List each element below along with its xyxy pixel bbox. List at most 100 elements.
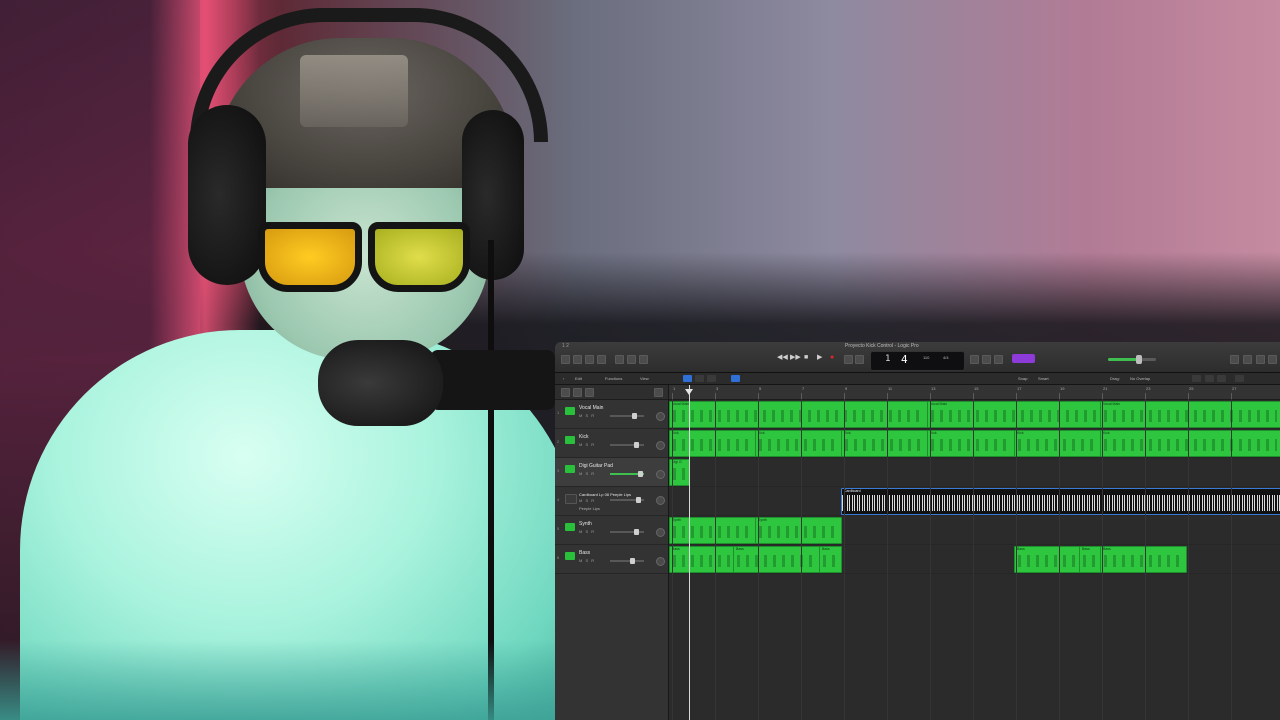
smart-controls-icon[interactable] [615, 355, 624, 364]
forward-button[interactable]: ▶▶ [790, 354, 801, 362]
track-name[interactable]: Synth [579, 521, 592, 527]
duplicate-track-icon[interactable] [573, 388, 582, 397]
pan-knob[interactable] [656, 441, 665, 450]
window-menu[interactable]: 1 2 [562, 343, 569, 349]
track-header[interactable]: 6 Bass M S R [555, 545, 668, 574]
mute-solo-buttons[interactable]: M S R [579, 558, 595, 563]
fader-knob[interactable] [632, 413, 637, 419]
midi-region[interactable]: Synth [755, 517, 842, 544]
editors-icon[interactable] [639, 355, 648, 364]
pencil-tool-icon[interactable] [695, 375, 704, 382]
tuner-icon[interactable] [970, 355, 979, 364]
mute-solo-buttons[interactable]: M S R [579, 498, 595, 503]
track-options-icon[interactable] [585, 388, 594, 397]
cycle-icon[interactable] [855, 355, 864, 364]
midi-region[interactable]: Vocal Main [669, 401, 928, 428]
add-track-icon[interactable] [561, 388, 570, 397]
bar-ruler[interactable]: 1 3 5 7 9 11 13 15 17 19 21 23 25 27 [669, 385, 1280, 400]
zoom-out-icon[interactable] [1205, 375, 1214, 382]
toolbar-icon[interactable] [597, 355, 606, 364]
midi-region[interactable]: Vocal Main [1100, 401, 1280, 428]
zoom-slider-icon[interactable] [1235, 375, 1244, 382]
mixer-icon[interactable] [627, 355, 636, 364]
track-volume-fader[interactable] [610, 558, 644, 564]
playhead-handle[interactable] [685, 389, 693, 395]
midi-region[interactable]: Vocal Main [927, 401, 1101, 428]
pan-knob[interactable] [656, 412, 665, 421]
midi-region[interactable]: Kick [841, 430, 928, 457]
waveform-zoom-icon[interactable] [1192, 375, 1201, 382]
list-editors-icon[interactable] [1230, 355, 1239, 364]
drag-select[interactable]: No Overlap [1130, 376, 1150, 381]
track-name[interactable]: Vocal Main [579, 405, 603, 411]
track-header[interactable]: 2 Kick M S R [555, 429, 668, 458]
lcd-display[interactable]: 1 4 110 4/4 [870, 351, 965, 371]
pan-knob[interactable] [656, 528, 665, 537]
track-header[interactable]: 3 Digi Guitar Pad M S R [555, 458, 668, 487]
mute-solo-buttons[interactable]: M S R [579, 442, 595, 447]
back-icon[interactable]: ‹ [563, 376, 564, 381]
mute-solo-buttons[interactable]: M S R [579, 413, 595, 418]
midi-region[interactable]: Bass [1100, 546, 1187, 573]
midi-region[interactable]: Kick [927, 430, 1015, 457]
fader-knob[interactable] [638, 471, 643, 477]
midi-region[interactable]: Kick [1100, 430, 1280, 457]
midi-region[interactable]: Bass [819, 546, 842, 573]
capture-record-icon[interactable] [844, 355, 853, 364]
midi-region[interactable]: Bass [669, 546, 734, 573]
track-name[interactable]: Kick [579, 434, 588, 440]
track-header[interactable]: 4 Cardboard Lp 08 Peeple Lips M S R Peep… [555, 487, 668, 516]
rewind-button[interactable]: ◀◀ [777, 354, 788, 362]
track-volume-fader[interactable] [610, 442, 644, 448]
track-volume-fader[interactable] [610, 413, 644, 419]
browser-icon[interactable] [1268, 355, 1277, 364]
fader-knob[interactable] [636, 497, 641, 503]
track-volume-fader[interactable] [610, 529, 644, 535]
count-in-icon[interactable] [982, 355, 991, 364]
play-button[interactable]: ▶ [817, 354, 822, 362]
track-header[interactable]: 5 Synth M S R [555, 516, 668, 545]
mute-solo-buttons[interactable]: M S R [579, 471, 595, 476]
pointer-tool-icon[interactable] [683, 375, 692, 382]
midi-region[interactable]: Kick [755, 430, 842, 457]
track-header[interactable]: 1 Vocal Main M S R [555, 400, 668, 429]
quick-help-icon[interactable] [585, 355, 594, 364]
library-icon[interactable] [561, 355, 570, 364]
scissors-tool-icon[interactable] [707, 375, 716, 382]
catch-icon[interactable] [731, 375, 740, 382]
loop-browser-icon[interactable] [1256, 355, 1265, 364]
mute-solo-buttons[interactable]: M S R [579, 529, 595, 534]
fader-knob[interactable] [634, 529, 639, 535]
track-name[interactable]: Cardboard Lp 08 Peeple Lips [579, 492, 631, 497]
midi-region[interactable]: Bass [733, 546, 820, 573]
midi-region[interactable]: Bass [1014, 546, 1080, 573]
notepad-icon[interactable] [1243, 355, 1252, 364]
midi-region[interactable]: Kick [669, 430, 756, 457]
midi-region[interactable]: Bass [1079, 546, 1101, 573]
midi-region[interactable]: Synth [669, 517, 756, 544]
track-name[interactable]: Bass [579, 550, 590, 556]
pan-knob[interactable] [656, 470, 665, 479]
midi-region[interactable]: Kick [1014, 430, 1101, 457]
stop-button[interactable]: ■ [804, 354, 808, 362]
view-menu[interactable]: View [640, 376, 649, 381]
live-loops-button[interactable] [1012, 354, 1035, 363]
tracks-area[interactable]: 1 3 5 7 9 11 13 15 17 19 21 23 25 27 Vocal Main Vocal … [669, 385, 1280, 720]
record-button[interactable]: ● [830, 354, 834, 362]
fader-knob[interactable] [630, 558, 635, 564]
track-volume-fader[interactable] [610, 471, 644, 477]
pan-knob[interactable] [656, 557, 665, 566]
audio-region[interactable]: Cardboard [841, 488, 1280, 515]
track-volume-fader[interactable] [610, 497, 644, 503]
global-tracks-icon[interactable] [654, 388, 663, 397]
track-name[interactable]: Digi Guitar Pad [579, 463, 613, 469]
fader-knob[interactable] [634, 442, 639, 448]
zoom-in-icon[interactable] [1217, 375, 1226, 382]
pan-knob[interactable] [656, 496, 665, 505]
snap-select[interactable]: Smart [1038, 376, 1049, 381]
metronome-icon[interactable] [994, 355, 1003, 364]
functions-menu[interactable]: Functions [605, 376, 622, 381]
inspector-icon[interactable] [573, 355, 582, 364]
volume-knob[interactable] [1136, 355, 1142, 364]
playhead[interactable] [689, 385, 690, 720]
